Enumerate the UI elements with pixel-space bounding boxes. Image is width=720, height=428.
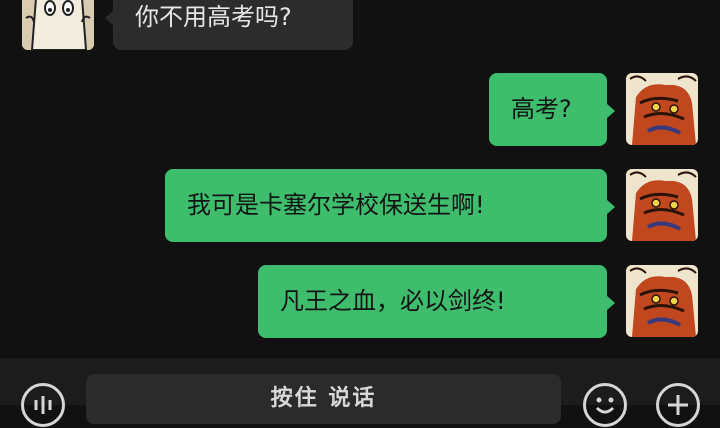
message-bubble-incoming[interactable]: 你不用高考吗? xyxy=(113,0,353,50)
hold-to-talk-label: 按住 说话 xyxy=(270,386,377,411)
chat-input-bar: 按住 说话 xyxy=(0,358,720,427)
bubble-tail xyxy=(606,199,615,215)
message-text: 我可是卡塞尔学校保送生啊! xyxy=(187,191,485,219)
emoji-button[interactable] xyxy=(583,383,627,427)
voice-toggle-button[interactable] xyxy=(21,383,65,427)
bubble-tail xyxy=(606,295,615,311)
message-bubble-outgoing[interactable]: 高考? xyxy=(489,73,607,146)
red-dragon-icon xyxy=(626,265,698,337)
message-text: 高考? xyxy=(511,95,572,123)
chat-message-list: 你不用高考吗? 高考? 我可是卡塞尔学校保送生啊! 凡王之血，必以剑终! xyxy=(0,0,720,358)
red-dragon-icon xyxy=(626,169,698,241)
contact-avatar[interactable] xyxy=(22,0,94,50)
message-text: 你不用高考吗? xyxy=(135,3,292,31)
hold-to-talk-button[interactable]: 按住 说话 xyxy=(86,374,561,424)
plus-icon xyxy=(668,395,688,415)
red-dragon-icon xyxy=(626,73,698,145)
plus-button[interactable] xyxy=(656,383,700,427)
emoji-face-icon xyxy=(595,397,615,414)
user-avatar[interactable] xyxy=(626,73,698,145)
user-avatar[interactable] xyxy=(626,265,698,337)
message-bubble-outgoing[interactable]: 凡王之血，必以剑终! xyxy=(258,265,607,338)
user-avatar[interactable] xyxy=(626,169,698,241)
bubble-tail xyxy=(606,103,615,119)
cartoon-face-icon xyxy=(22,0,94,50)
message-text: 凡王之血，必以剑终! xyxy=(280,287,506,315)
message-bubble-outgoing[interactable]: 我可是卡塞尔学校保送生啊! xyxy=(165,169,607,242)
voice-wave-icon xyxy=(34,396,52,414)
